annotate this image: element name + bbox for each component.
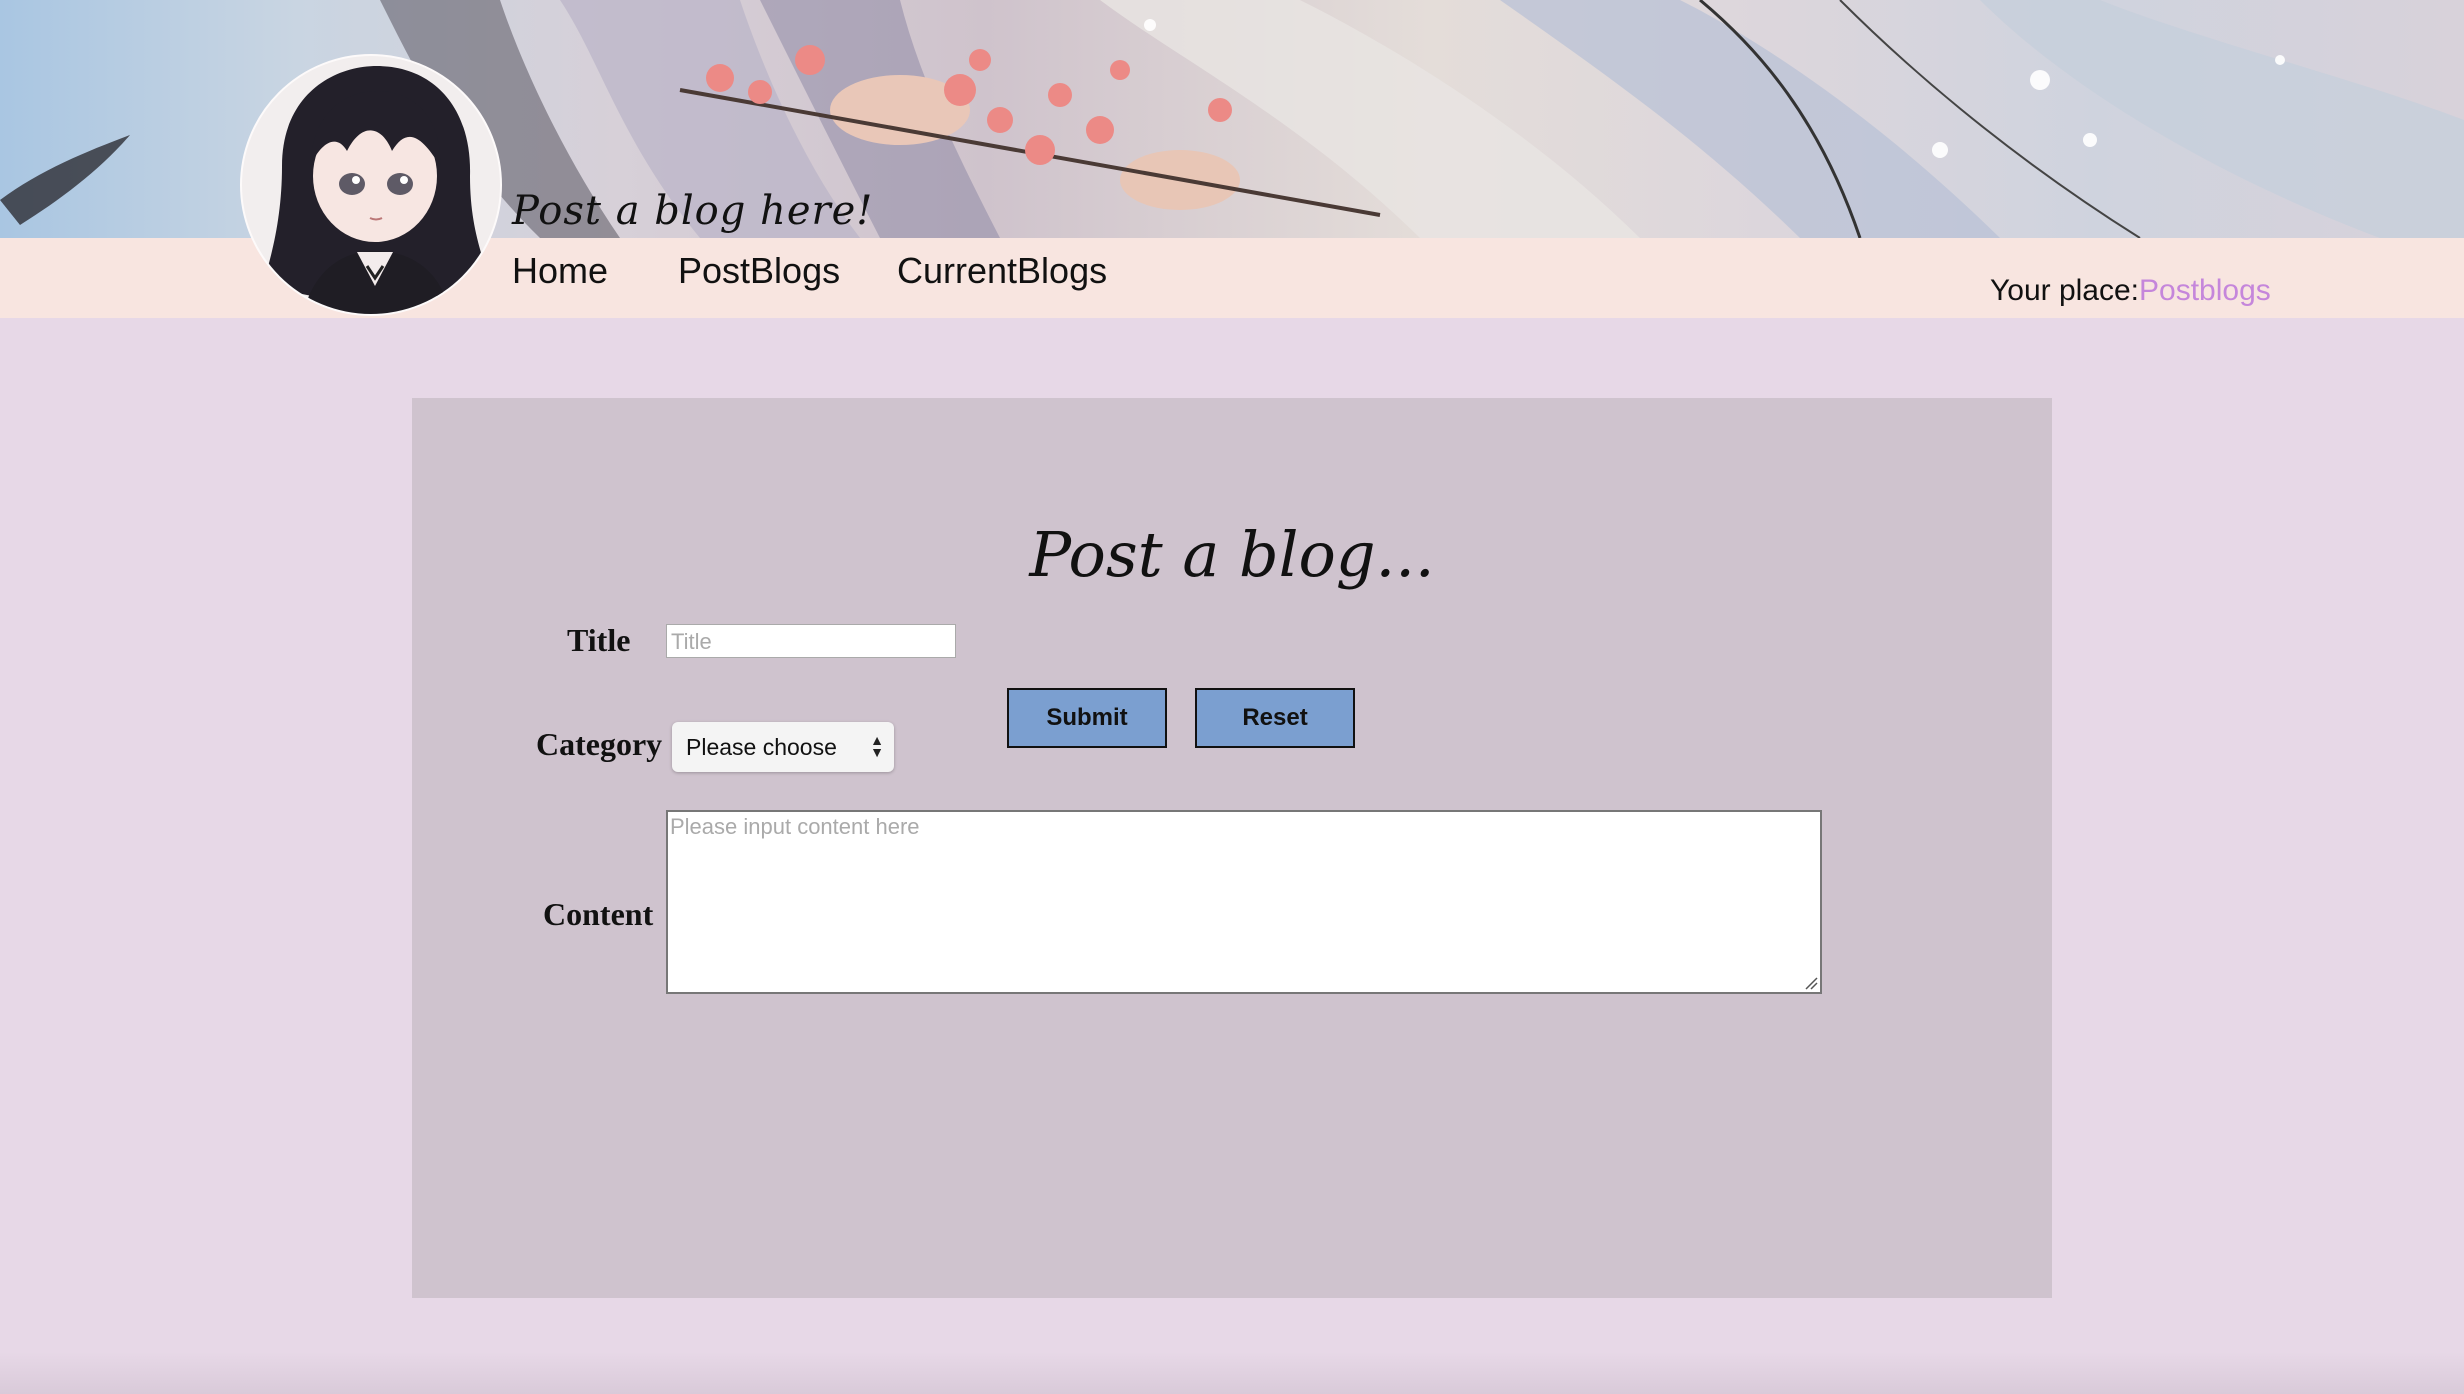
content-label: Content (543, 896, 654, 932)
resize-grip-icon[interactable] (1804, 976, 1818, 990)
location-value[interactable]: Postblogs (2139, 274, 2271, 307)
title-placeholder: Title (671, 629, 712, 654)
avatar (240, 54, 502, 316)
category-selected-value: Please choose (686, 734, 837, 760)
form-heading: Post a blog... (1029, 518, 1435, 591)
category-label: Category (536, 726, 663, 762)
location-indicator: Your place:Postblogs (1990, 274, 2271, 308)
page-bottom-shade (0, 1352, 2464, 1394)
content-placeholder: Please input content here (670, 814, 920, 839)
select-arrows-icon: ▲ ▼ (870, 732, 884, 760)
nav-link-currentblogs[interactable]: CurrentBlogs (897, 250, 1107, 292)
post-form-panel: Post a blog... Title Title Category Plea… (412, 398, 2052, 1298)
nav-link-postblogs[interactable]: PostBlogs (678, 250, 840, 292)
nav-link-home[interactable]: Home (512, 250, 608, 292)
content-textarea[interactable]: Please input content here (666, 810, 1822, 994)
reset-button[interactable]: Reset (1195, 688, 1355, 748)
title-input[interactable]: Title (666, 624, 956, 658)
site-tagline: Post a blog here! (512, 188, 874, 234)
title-label: Title (567, 622, 631, 658)
location-prefix: Your place: (1990, 274, 2140, 307)
category-select[interactable]: Please choose ▲ ▼ (672, 722, 894, 772)
submit-button[interactable]: Submit (1007, 688, 1167, 748)
